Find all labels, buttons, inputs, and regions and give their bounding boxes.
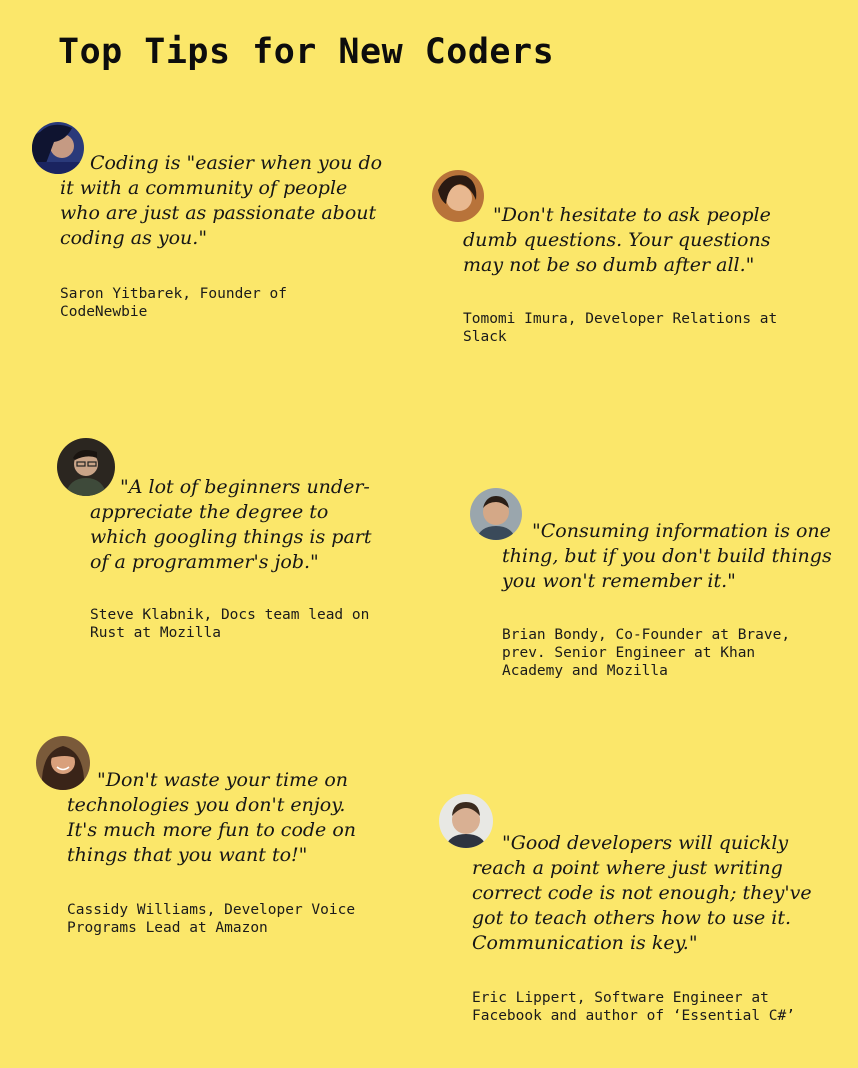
tip-quote: "Consuming information is one thing, but… xyxy=(502,520,832,592)
tip-author: Saron Yitbarek, Founder of CodeNewbie xyxy=(60,286,287,320)
tip-author: Eric Lippert, Software Engineer at Faceb… xyxy=(472,990,796,1024)
tip-author: Tomomi Imura, Developer Relations at Sla… xyxy=(463,311,778,345)
tip-quote: "Don't hesitate to ask people dumb quest… xyxy=(463,204,771,276)
tip-quote: Coding is "easier when you do it with a … xyxy=(60,152,383,249)
page-title: Top Tips for New Coders xyxy=(58,32,555,72)
tip-author: Steve Klabnik, Docs team lead on Rust at… xyxy=(90,607,370,641)
tip-author: Brian Bondy, Co-Founder at Brave, prev. … xyxy=(502,627,791,679)
tip-author: Cassidy Williams, Developer Voice Progra… xyxy=(67,902,356,936)
tip-quote: "Good developers will quickly reach a po… xyxy=(472,832,812,954)
tip-quote: "Don't waste your time on technologies y… xyxy=(67,769,357,866)
tip-quote: "A lot of beginners under-appreciate the… xyxy=(90,476,372,573)
